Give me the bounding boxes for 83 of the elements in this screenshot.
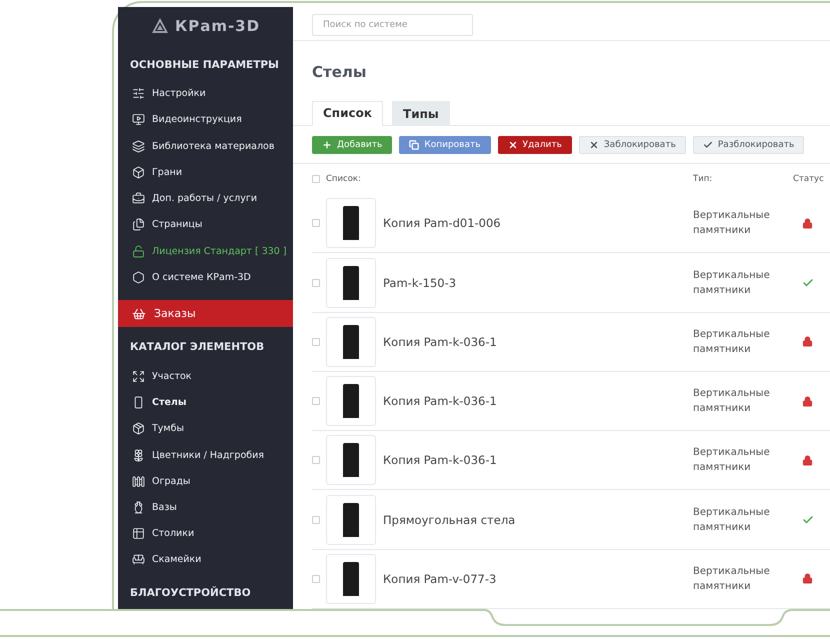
sidebar-item[interactable]: Настройки: [118, 80, 293, 107]
item-type: Вертикальные памятники: [693, 446, 771, 476]
photo-placeholder: [326, 258, 376, 308]
column-header: Тип:: [693, 174, 714, 184]
item-name: Pam-k-150-3: [383, 276, 458, 290]
item-type: Вертикальные памятники: [693, 328, 771, 357]
search-field[interactable]: Поиск по системе: [312, 14, 473, 36]
section-title: КАТАЛОГ ЭЛЕМЕНТОВ: [129, 340, 266, 356]
unlock-button[interactable]: Разблокировать: [692, 136, 804, 154]
photo-placeholder: [326, 376, 376, 426]
checkbox[interactable]: [312, 219, 320, 228]
logo-text: КРam-3D: [174, 16, 260, 35]
sidebar-item[interactable]: Тумбы: [118, 416, 293, 442]
hexagon-icon: [132, 270, 145, 284]
box-icon: [132, 166, 145, 179]
sidebar-item[interactable]: Стелы: [118, 389, 293, 416]
sidebar-item[interactable]: Вазы: [118, 494, 293, 521]
plus-icon: [322, 140, 332, 150]
sidebar-item[interactable]: Доп. работы / услуги: [118, 186, 293, 212]
column-header: Статус: [793, 174, 825, 184]
photo-placeholder: [326, 494, 376, 545]
pages-icon: [132, 218, 145, 232]
sidebar-item[interactable]: Страницы: [118, 212, 293, 238]
sidebar-item[interactable]: Цветники / Надгробия: [118, 442, 293, 468]
table-icon: [132, 527, 145, 540]
unlock-icon: [132, 244, 145, 258]
checkbox[interactable]: [312, 338, 320, 346]
item-name: Копия Pam-k-036-1: [383, 453, 498, 468]
sidebar-item[interactable]: Скамейки: [118, 546, 293, 574]
item-type: Вертикальные памятники: [693, 564, 771, 594]
item-name: Копия Pam-v-077-3: [383, 572, 498, 586]
photo-placeholder: [326, 316, 376, 367]
stela-icon: [132, 396, 145, 410]
item-name: Прямоугольная стела: [383, 512, 516, 527]
video-icon: [132, 113, 145, 126]
checkbox[interactable]: [312, 574, 320, 583]
layers-icon: [132, 140, 145, 153]
fence-icon: [132, 474, 145, 488]
lock-button[interactable]: Заблокировать: [578, 136, 686, 154]
photo-placeholder: [326, 554, 376, 604]
item-type: Вертикальные памятники: [693, 506, 771, 535]
checkbox[interactable]: [312, 397, 320, 406]
sidebar-item[interactable]: Видеоинструкция: [118, 106, 293, 134]
item-name: Копия Pam-k-036-1: [383, 394, 498, 408]
copy-icon: [409, 140, 420, 150]
sidebar-item[interactable]: Участок: [118, 363, 293, 390]
page-title: Стелы: [311, 62, 368, 83]
item-name: Копия Pam-k-036-1: [383, 334, 498, 349]
expand-icon: [132, 370, 145, 383]
photo-placeholder: [326, 435, 376, 486]
tab[interactable]: Типы: [392, 100, 450, 126]
checkbox[interactable]: [312, 456, 320, 464]
bench-icon: [132, 553, 145, 566]
item-name: Копия Pam-d01-006: [383, 216, 502, 230]
vase-icon: [132, 500, 145, 514]
sidebar-item[interactable]: Столики: [118, 520, 293, 547]
close-icon: [508, 140, 518, 150]
package-icon: [132, 422, 145, 436]
flower-icon: [132, 448, 145, 462]
checkbox[interactable]: [312, 278, 320, 287]
sidebar-item[interactable]: Грани: [118, 159, 293, 186]
close-icon: [588, 140, 599, 150]
item-type: Вертикальные памятники: [693, 209, 771, 238]
sidebar-item[interactable]: Ограды: [118, 468, 293, 494]
delete-button[interactable]: Удалить: [498, 136, 572, 154]
briefcase-icon: [132, 192, 145, 206]
check-icon: [702, 140, 713, 150]
section-title: БЛАГОУСТРОЙСТВО: [129, 585, 252, 602]
column-header: Список:: [326, 174, 362, 184]
section-title: ОСНОВНЫЕ ПАРАМЕТРЫ: [129, 58, 280, 73]
sidebar-item[interactable]: Библиотека материалов: [118, 133, 293, 160]
sidebar-item[interactable]: О системе КРam-3D: [118, 264, 293, 290]
item-type: Вертикальные памятники: [693, 268, 771, 298]
basket-icon: [132, 306, 146, 321]
orders-item[interactable]: Заказы: [118, 300, 293, 328]
pyramid-logo-icon: [150, 16, 169, 35]
photo-placeholder: [326, 198, 376, 248]
tab[interactable]: Список: [312, 100, 384, 126]
checkbox[interactable]: [312, 174, 320, 183]
sliders-icon: [132, 87, 145, 100]
item-type: Вертикальные памятники: [693, 387, 771, 416]
checkbox[interactable]: [312, 516, 320, 524]
sidebar-item[interactable]: Лицензия Стандарт [ 330 ]: [118, 238, 293, 264]
